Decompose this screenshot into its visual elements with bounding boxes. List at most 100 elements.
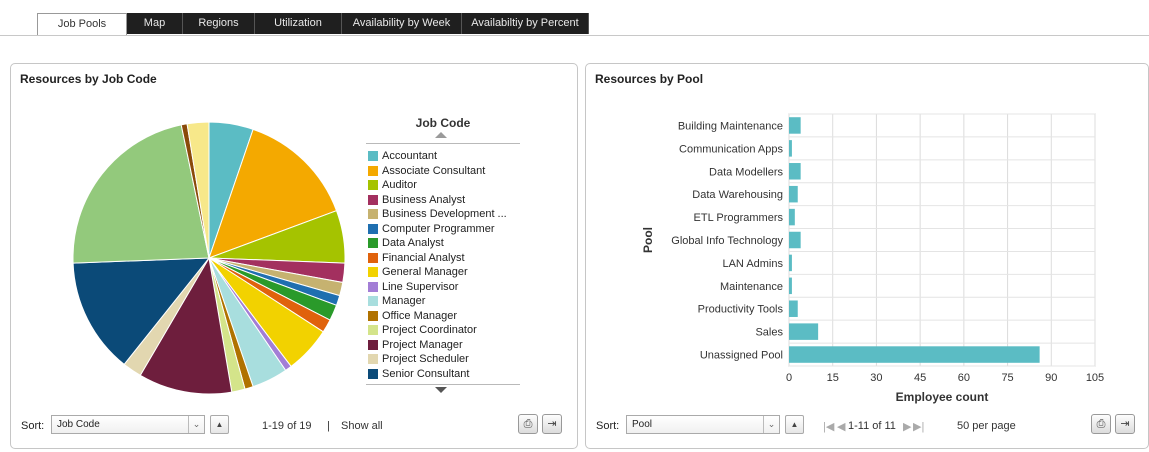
legend-swatch [368, 354, 378, 365]
legend-item[interactable]: Manager [368, 294, 507, 309]
legend-label: Computer Programmer [382, 222, 495, 235]
y-tick-label: Data Warehousing [692, 189, 783, 201]
sort-label: Sort: [596, 420, 620, 432]
legend-label: Data Analyst [382, 237, 444, 249]
legend-divider [366, 384, 520, 385]
tab-availability-by-week[interactable]: Availability by Week [342, 13, 462, 34]
legend-swatch [368, 252, 378, 263]
bar[interactable] [789, 117, 801, 134]
sort-value: Pool [632, 419, 653, 430]
y-tick-label: Sales [755, 327, 783, 339]
y-tick-label: LAN Admins [722, 258, 783, 270]
print-icon[interactable]: ⎙ [1091, 414, 1111, 434]
next-page-icon[interactable]: ▶ [903, 420, 911, 433]
legend-label: Project Coordinator [382, 324, 477, 336]
legend-item[interactable]: Project Coordinator [368, 323, 507, 338]
legend-item[interactable]: Auditor [368, 178, 507, 193]
export-icon[interactable]: ⇥ [1115, 414, 1135, 434]
tab-utilization[interactable]: Utilization [255, 13, 342, 34]
tabs: Job Pools Map Regions Utilization Availabili… [37, 13, 589, 35]
x-tick-label: 75 [1001, 372, 1013, 384]
page-range: 1-19 of 19 [262, 420, 312, 432]
bar[interactable] [789, 277, 792, 295]
legend-label: Accountant [382, 150, 438, 162]
legend-swatch [368, 339, 378, 350]
bar[interactable] [789, 163, 801, 180]
y-tick-label: Productivity Tools [698, 304, 784, 316]
sort-ascending-button[interactable]: ▲ [785, 415, 804, 434]
panel-title: Resources by Pool [595, 72, 704, 86]
separator: | [327, 420, 330, 432]
first-page-icon[interactable]: |◀ [823, 420, 834, 433]
dropdown-arrow-icon: ⌄ [763, 416, 779, 433]
panel-footer: Sort: Job Code ⌄ ▲ 1-19 of 19 | Show all… [11, 412, 577, 440]
bar[interactable] [789, 346, 1040, 363]
y-tick-label: Data Modellers [709, 166, 783, 178]
legend-item[interactable]: Project Scheduler [368, 352, 507, 367]
legend-swatch [368, 238, 378, 249]
legend-label: General Manager [382, 266, 468, 278]
bar[interactable] [789, 254, 792, 272]
bar[interactable] [789, 208, 795, 226]
export-icon[interactable]: ⇥ [542, 414, 562, 434]
legend-swatch [368, 296, 378, 307]
x-tick-label: 0 [786, 372, 792, 384]
legend-item[interactable]: Office Manager [368, 309, 507, 324]
show-all-link[interactable]: Show all [341, 420, 383, 432]
legend-item[interactable]: Computer Programmer [368, 222, 507, 237]
legend-label: Senior Consultant [382, 367, 470, 380]
legend-swatch [368, 325, 378, 336]
legend-item[interactable]: Associate Consultant [368, 164, 507, 179]
sort-select[interactable]: Pool ⌄ [626, 415, 780, 434]
y-tick-label: Unassigned Pool [700, 350, 783, 362]
legend-item[interactable]: Business Analyst [368, 193, 507, 208]
tab-availabiltiy-by-percent[interactable]: Availabiltiy by Percent [462, 13, 589, 34]
print-icon[interactable]: ⎙ [518, 414, 538, 434]
legend-item[interactable]: Senior Consultant [368, 367, 507, 382]
prev-page-icon[interactable]: ◀ [837, 420, 845, 433]
x-tick-label: 90 [1045, 372, 1057, 384]
legend-item[interactable]: Financial Analyst [368, 251, 507, 266]
legend-item[interactable]: Business Development ... [368, 207, 507, 222]
resources-by-pool-panel: Resources by Pool 0 15 30 45 60 75 90 105 Buildi… [585, 63, 1149, 449]
y-tick-label: Building Maintenance [678, 120, 783, 132]
x-tick-label: 45 [914, 372, 926, 384]
bar[interactable] [789, 185, 798, 203]
tab-bar: Job Pools Map Regions Utilization Availabili… [0, 0, 1149, 36]
job-code-legend: Accountant Associate Consultant Auditor Bus… [368, 149, 507, 381]
legend-item[interactable]: Accountant [368, 149, 507, 164]
y-tick-label: Communication Apps [679, 143, 783, 155]
last-page-icon[interactable]: ▶| [913, 420, 924, 433]
legend-header: Job Code [415, 116, 471, 130]
sort-ascending-button[interactable]: ▲ [210, 415, 229, 434]
dropdown-arrow-icon: ⌄ [188, 416, 204, 433]
tab-map[interactable]: Map [127, 13, 183, 34]
legend-item[interactable]: General Manager [368, 265, 507, 280]
legend-scroll-down-icon[interactable] [435, 387, 447, 393]
bar[interactable] [789, 140, 792, 157]
legend-divider [366, 143, 520, 144]
legend-item[interactable]: Data Analyst [368, 236, 507, 251]
legend-swatch [368, 180, 378, 191]
plot-area [788, 113, 1096, 367]
legend-swatch [368, 223, 378, 234]
legend-item[interactable]: Project Manager [368, 338, 507, 353]
y-tick-label: Global Info Technology [671, 235, 783, 247]
tab-regions[interactable]: Regions [183, 13, 255, 34]
legend-item[interactable]: Line Supervisor [368, 280, 507, 295]
pool-bar-chart: 0 15 30 45 60 75 90 105 Building Maintenance Comm… [641, 113, 1104, 404]
sort-select[interactable]: Job Code ⌄ [51, 415, 205, 434]
sort-label: Sort: [21, 420, 45, 432]
page-range: 1-11 of 11 [848, 420, 896, 432]
legend-swatch [368, 281, 378, 292]
bar[interactable] [789, 300, 798, 317]
bar[interactable] [789, 323, 819, 340]
panel-footer: Sort: Pool ⌄ ▲ |◀ ◀ 1-11 of 11 ▶ ▶| 50 p… [586, 412, 1148, 440]
x-tick-label: 60 [958, 372, 970, 384]
legend-scroll-up-icon[interactable] [435, 132, 447, 138]
legend-label: Business Analyst [382, 193, 466, 206]
per-page-select[interactable]: 50 per page [957, 420, 1016, 432]
legend-label: Office Manager [382, 309, 458, 322]
bar[interactable] [789, 231, 801, 249]
tab-job-pools[interactable]: Job Pools [37, 13, 127, 35]
